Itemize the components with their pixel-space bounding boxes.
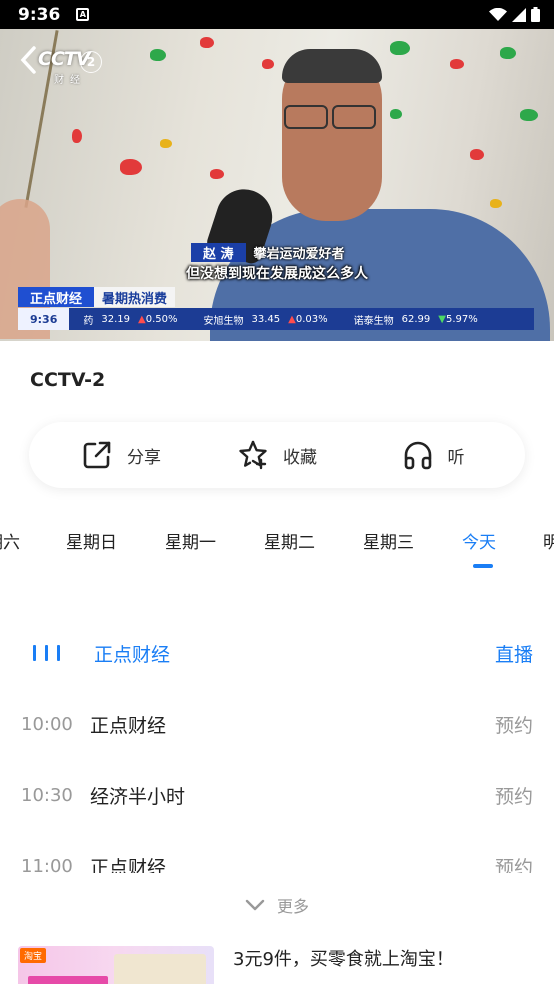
back-icon[interactable] — [18, 45, 40, 75]
channel-title: CCTV-2 — [30, 369, 106, 391]
program-title: 正点财经 — [90, 856, 167, 874]
ticker-item: 诺泰生物 62.99 ▼5.97% — [354, 312, 478, 327]
reserve-button[interactable]: 预约 — [495, 853, 533, 874]
tab-today[interactable]: 今天 — [462, 528, 496, 553]
video-player[interactable]: CCTV 2 财经 赵 涛 攀岩运动爱好者 但没想到现在发展成这么多人 正点财经… — [0, 29, 554, 341]
reserve-button[interactable]: 预约 — [495, 782, 533, 809]
program-title: 经济半小时 — [90, 785, 186, 808]
program-time: 11:00 — [21, 855, 73, 874]
ticker-name: 诺泰生物 — [353, 315, 394, 327]
caption-name-box: 赵 涛 攀岩运动爱好者 — [191, 243, 353, 262]
tab-day[interactable]: 星期日 — [66, 528, 117, 553]
favorite-label: 收藏 — [283, 447, 317, 468]
chevron-down-icon — [245, 899, 265, 911]
stock-ticker: 9:36 药 32.19 ▲0.50% 安旭生物 33.45 ▲0.03% 诺泰… — [18, 308, 534, 330]
ad-title[interactable]: 3元9件，买零食就上淘宝！ — [233, 945, 454, 971]
down-arrow-icon: ▼ — [438, 313, 446, 325]
program-schedule: 正点财经 直播 10:00 正点财经 预约 10:30 经济半小时 预约 11:… — [0, 617, 554, 874]
caption-quote: 但没想到现在发展成这么多人 — [186, 266, 368, 282]
schedule-row[interactable]: 10:30 经济半小时 预约 — [0, 775, 554, 815]
tab-day[interactable]: 星期三 — [363, 528, 414, 553]
schedule-row[interactable]: 10:00 正点财经 预约 — [0, 704, 554, 744]
schedule-row-live[interactable]: 正点财经 直播 — [0, 633, 554, 673]
share-icon — [83, 441, 111, 469]
channel-logo-sub: 财经 — [54, 75, 86, 86]
ticker-item: 药 32.19 ▲0.50% — [83, 312, 177, 327]
reserve-button[interactable]: 预约 — [495, 711, 533, 738]
channel-number-badge: 2 — [80, 51, 102, 73]
ticker-price: 62.99 — [401, 313, 431, 325]
tab-day[interactable]: 期六 — [0, 528, 20, 553]
app-screen: 9:36 A CCTV 2 财经 赵 涛 攀岩运动爱好者 但没想到现在发展成这么… — [0, 0, 554, 984]
lower-third-program: 正点财经 — [18, 287, 95, 307]
live-button[interactable]: 直播 — [495, 640, 533, 667]
ticker-price: 32.19 — [101, 313, 131, 325]
signal-icon — [512, 7, 526, 22]
ticker-time: 9:36 — [18, 308, 70, 330]
headphones-icon — [404, 441, 431, 470]
ticker-change: 0.50% — [145, 313, 178, 325]
program-time: 10:30 — [21, 784, 73, 806]
battery-icon — [531, 7, 540, 22]
more-label: 更多 — [276, 897, 309, 916]
listen-label: 听 — [447, 447, 465, 468]
listen-button[interactable]: 听 — [355, 439, 511, 471]
status-time: 9:36 — [18, 4, 61, 25]
tab-day[interactable]: 星期二 — [264, 528, 315, 553]
lower-third-tag: 暑期热消费 — [94, 287, 176, 307]
notification-icon: A — [76, 8, 90, 21]
status-icons — [489, 7, 540, 22]
status-bar: 9:36 A — [0, 0, 554, 29]
ticker-name: 安旭生物 — [203, 315, 244, 327]
wifi-icon — [489, 7, 507, 21]
star-add-icon — [239, 440, 267, 470]
ticker-price: 33.45 — [251, 313, 281, 325]
live-indicator-icon — [33, 645, 60, 661]
up-arrow-icon: ▲ — [288, 313, 296, 325]
more-button[interactable]: 更多 — [0, 893, 554, 917]
action-bar: 分享 收藏 听 — [29, 422, 525, 488]
ticker-change: 5.97% — [445, 313, 478, 325]
share-label: 分享 — [127, 447, 161, 468]
program-title: 正点财经 — [90, 714, 167, 737]
program-time: 10:00 — [21, 713, 73, 735]
caption-name: 赵 涛 — [191, 243, 246, 262]
ad-badge: 淘宝 — [20, 948, 47, 963]
ticker-change: 0.03% — [295, 313, 328, 325]
program-title: 正点财经 — [94, 643, 171, 666]
ad-image[interactable]: 淘宝 — [18, 946, 214, 984]
lower-third: 正点财经 暑期热消费 — [18, 287, 176, 307]
active-tab-indicator — [473, 564, 493, 568]
ticker-item: 安旭生物 33.45 ▲0.03% — [204, 312, 328, 327]
up-arrow-icon: ▲ — [138, 313, 146, 325]
tab-day[interactable]: 明 — [543, 528, 554, 553]
caption-role: 攀岩运动爱好者 — [253, 247, 345, 262]
favorite-button[interactable]: 收藏 — [199, 439, 355, 471]
share-button[interactable]: 分享 — [43, 439, 199, 471]
tab-day[interactable]: 星期一 — [165, 528, 216, 553]
schedule-row[interactable]: 11:00 正点财经 预约 — [0, 846, 554, 874]
ticker-name: 药 — [83, 315, 94, 327]
day-tabs: 期六 星期日 星期一 星期二 星期三 今天 明 — [0, 520, 554, 568]
